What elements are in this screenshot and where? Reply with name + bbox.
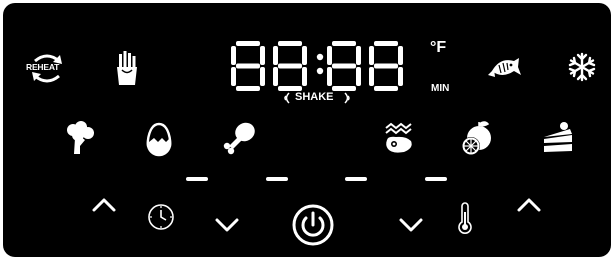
shake-indicator: SHAKE xyxy=(281,89,361,107)
control-panel: REHEAT °F MIN SHAKE xyxy=(3,3,611,257)
temp-up-button[interactable] xyxy=(516,197,542,213)
clock-icon xyxy=(148,204,174,230)
digit xyxy=(231,41,265,91)
indicator-dash xyxy=(345,177,367,181)
reheat-label: REHEAT xyxy=(26,62,60,72)
fries-button[interactable] xyxy=(116,51,138,85)
digit xyxy=(369,41,403,91)
digit xyxy=(327,41,361,91)
fish-icon xyxy=(488,58,521,77)
digit-display xyxy=(229,39,411,93)
chevron-down-icon xyxy=(215,218,239,232)
temperature-indicator xyxy=(458,202,472,234)
thermometer-icon xyxy=(458,202,472,234)
broccoli-icon xyxy=(67,121,94,154)
dessert-button[interactable] xyxy=(542,121,576,155)
time-down-button[interactable] xyxy=(214,217,240,233)
chevron-up-icon xyxy=(92,198,116,212)
shake-right-icon xyxy=(344,92,350,104)
indicator-dash xyxy=(425,177,447,181)
temp-down-button[interactable] xyxy=(398,217,424,233)
digit xyxy=(273,41,307,91)
cake-icon xyxy=(544,122,572,152)
colon-separator xyxy=(316,53,324,75)
time-up-button[interactable] xyxy=(91,197,117,213)
vegetables-button[interactable] xyxy=(64,121,94,156)
fruit-button[interactable] xyxy=(461,120,493,156)
timer-indicator xyxy=(146,202,176,232)
steak-icon xyxy=(385,122,412,153)
frozen-button[interactable] xyxy=(568,52,596,82)
chevron-down-icon xyxy=(399,218,423,232)
egg-icon xyxy=(146,122,172,157)
power-icon xyxy=(292,204,334,246)
snowflake-icon xyxy=(568,52,596,82)
power-button[interactable] xyxy=(291,203,335,247)
chevron-up-icon xyxy=(517,198,541,212)
egg-button[interactable] xyxy=(146,122,172,157)
fruit-icon xyxy=(462,121,491,155)
indicator-dash xyxy=(186,177,208,181)
shake-label: SHAKE xyxy=(295,91,334,103)
steak-button[interactable] xyxy=(384,122,414,157)
fish-button[interactable] xyxy=(486,55,522,81)
time-unit: MIN xyxy=(431,83,450,94)
temp-unit: °F xyxy=(430,39,447,56)
indicator-dash xyxy=(266,177,288,181)
shake-left-icon xyxy=(284,92,290,104)
fries-icon xyxy=(117,51,137,85)
chicken-button[interactable] xyxy=(221,121,257,155)
reheat-button[interactable]: REHEAT xyxy=(26,50,67,86)
digits-text xyxy=(231,41,403,91)
chicken-leg-icon xyxy=(223,122,255,155)
